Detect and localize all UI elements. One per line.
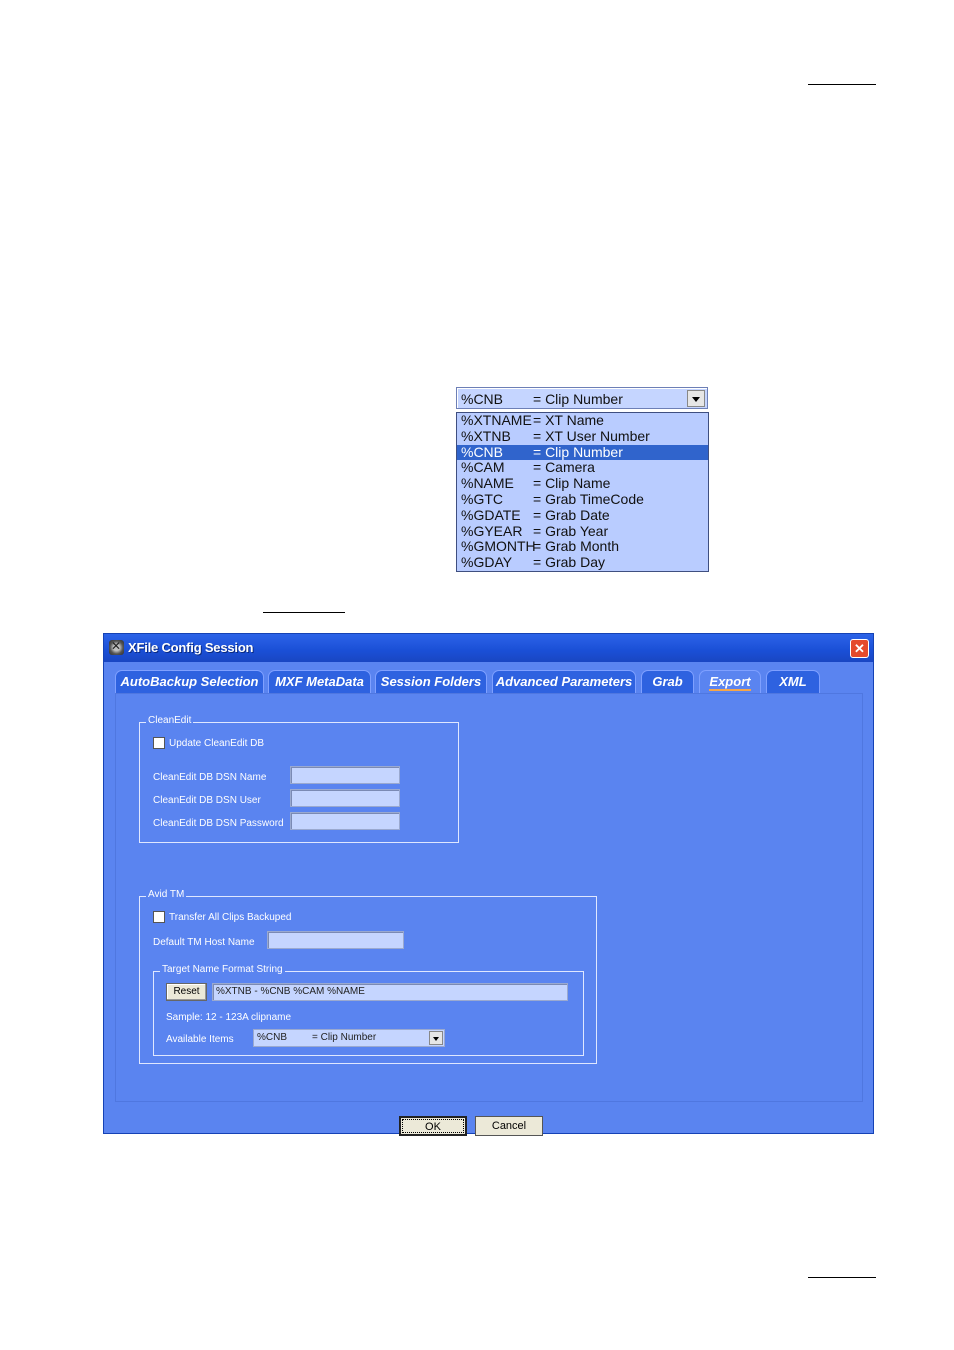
dropdown-option[interactable]: %XTNAME = XT Name bbox=[457, 412, 708, 429]
window-title: XFile Config Session bbox=[128, 640, 254, 655]
option-code: %NAME bbox=[461, 475, 514, 492]
dropdown-option[interactable]: %GTC = Grab TimeCode bbox=[457, 490, 708, 508]
dropdown-option[interactable]: %NAME = Clip Name bbox=[457, 475, 708, 492]
reset-button[interactable]: Reset bbox=[166, 983, 207, 1001]
option-code: %CNB bbox=[461, 443, 504, 460]
dsn-user-label: CleanEdit DB DSN User bbox=[153, 795, 261, 806]
available-items-dropdown-example: %CNB = Clip Number %XTNAME = XT Name %XTN… bbox=[456, 387, 709, 572]
option-desc: = Clip Number bbox=[533, 443, 623, 460]
tab-advanced-parameters[interactable]: Advanced Parameters bbox=[492, 670, 636, 694]
option-code: %GYEAR bbox=[461, 522, 523, 539]
update-cleanedit-label: Update CleanEdit DB bbox=[169, 738, 265, 749]
dropdown-option[interactable]: %GMONTH = Grab Month bbox=[457, 538, 708, 555]
available-items-label: Available Items bbox=[166, 1034, 234, 1045]
dropdown-selected-code: %CNB bbox=[461, 391, 504, 407]
dropdown-closed-box[interactable]: %CNB = Clip Number bbox=[456, 387, 708, 409]
dropdown-option[interactable]: %GYEAR = Grab Year bbox=[457, 522, 708, 540]
dropdown-list: %XTNAME = XT Name %XTNB = XT User Number %… bbox=[456, 412, 709, 572]
sample-text: Sample: 12 - 123A clipname bbox=[166, 1012, 292, 1023]
transfer-all-clips-checkbox[interactable] bbox=[153, 911, 165, 923]
cleanedit-group: CleanEdit Update CleanEdit DB CleanEdit … bbox=[139, 715, 459, 843]
dsn-password-label: CleanEdit DB DSN Password bbox=[153, 818, 284, 829]
tab-session-folders[interactable]: Session Folders bbox=[375, 670, 487, 694]
xfile-config-window: XFile Config Session ✕ AutoBackup Select… bbox=[103, 633, 874, 1136]
option-desc: = Grab Year bbox=[533, 522, 609, 539]
option-code: %XTNB bbox=[461, 427, 511, 444]
option-code: %XTNAME bbox=[461, 412, 532, 428]
avid-tm-group-label: Avid TM bbox=[146, 889, 187, 900]
title-bar[interactable]: XFile Config Session ✕ bbox=[104, 634, 873, 662]
dropdown-option[interactable]: %GDAY = Grab Day bbox=[457, 554, 708, 571]
tm-host-label: Default TM Host Name bbox=[153, 937, 255, 948]
ok-button[interactable]: OK bbox=[399, 1116, 467, 1136]
dsn-name-input[interactable] bbox=[290, 766, 400, 784]
tab-export[interactable]: Export bbox=[699, 670, 761, 694]
tm-host-input[interactable] bbox=[267, 931, 404, 949]
chevron-down-icon[interactable] bbox=[687, 390, 705, 407]
cancel-button[interactable]: Cancel bbox=[475, 1116, 543, 1136]
avid-tm-group: Avid TM Transfer All Clips Backuped Defa… bbox=[139, 889, 597, 1064]
target-name-format-group: Target Name Format String Reset %XTNB - … bbox=[153, 964, 584, 1056]
close-button[interactable]: ✕ bbox=[850, 639, 869, 658]
available-items-desc: = Clip Number bbox=[312, 1032, 377, 1043]
footer-rule bbox=[808, 1277, 876, 1278]
format-string-input[interactable]: %XTNB - %CNB %CAM %NAME bbox=[212, 983, 568, 1001]
dropdown-option[interactable]: %CAM = Camera bbox=[457, 459, 708, 476]
dropdown-option[interactable]: %XTNB = XT User Number bbox=[457, 427, 708, 445]
option-desc: = XT User Number bbox=[533, 427, 650, 444]
tab-autobackup-selection[interactable]: AutoBackup Selection bbox=[115, 670, 264, 694]
option-code: %GMONTH bbox=[461, 538, 536, 555]
option-desc: = Grab Date bbox=[533, 506, 610, 523]
cleanedit-group-label: CleanEdit bbox=[146, 715, 194, 726]
caption-underline bbox=[263, 612, 345, 613]
tab-grab[interactable]: Grab bbox=[641, 670, 694, 694]
target-name-format-label: Target Name Format String bbox=[160, 964, 285, 975]
dsn-user-input[interactable] bbox=[290, 789, 400, 807]
dropdown-option-selected[interactable]: %CNB = Clip Number bbox=[457, 443, 708, 461]
tab-xml[interactable]: XML bbox=[766, 670, 820, 694]
available-items-select[interactable]: %CNB = Clip Number bbox=[253, 1029, 445, 1047]
option-desc: = Grab Month bbox=[533, 538, 619, 555]
transfer-all-clips-label: Transfer All Clips Backuped bbox=[169, 912, 292, 923]
option-code: %GDAY bbox=[461, 554, 513, 571]
tab-label: MXF MetaData bbox=[275, 674, 364, 689]
option-desc: = Clip Name bbox=[533, 475, 611, 492]
available-items-code: %CNB bbox=[257, 1032, 288, 1043]
dsn-name-label: CleanEdit DB DSN Name bbox=[153, 772, 267, 783]
update-cleanedit-checkbox[interactable] bbox=[153, 737, 165, 749]
dsn-password-input[interactable] bbox=[290, 812, 400, 830]
option-desc: = Grab TimeCode bbox=[533, 490, 644, 507]
option-desc: = Grab Day bbox=[533, 554, 605, 571]
tab-label: Session Folders bbox=[380, 674, 482, 689]
tab-mxf-metadata[interactable]: MXF MetaData bbox=[268, 670, 371, 694]
option-code: %GTC bbox=[461, 490, 503, 507]
tab-label: Advanced Parameters bbox=[495, 674, 633, 689]
option-code: %CAM bbox=[461, 459, 505, 476]
tab-label: XML bbox=[779, 674, 807, 689]
tab-label: Grab bbox=[652, 674, 683, 689]
chevron-down-icon[interactable] bbox=[429, 1031, 443, 1045]
option-desc: = Camera bbox=[533, 459, 595, 476]
option-desc: = XT Name bbox=[533, 412, 604, 428]
tab-label: Export bbox=[709, 674, 751, 691]
tab-label: AutoBackup Selection bbox=[120, 674, 259, 689]
header-rule bbox=[808, 84, 876, 85]
option-code: %GDATE bbox=[461, 506, 521, 523]
app-icon bbox=[109, 639, 124, 655]
dropdown-option[interactable]: %GDATE = Grab Date bbox=[457, 506, 708, 524]
export-tab-panel: CleanEdit Update CleanEdit DB CleanEdit … bbox=[115, 693, 863, 1102]
dropdown-selected-desc: = Clip Number bbox=[533, 391, 623, 407]
